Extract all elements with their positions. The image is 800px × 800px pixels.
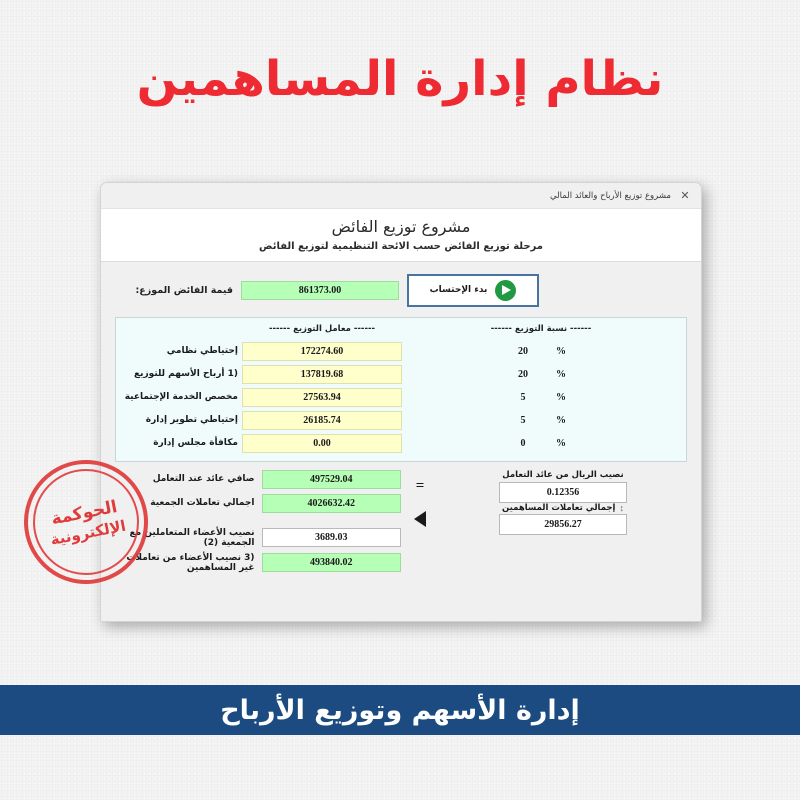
surplus-row: قيمة الفائض الموزع: 861373.00 بدء الإحتس…	[101, 262, 701, 307]
header-coefficient: ------ معامل التوزيع ------	[268, 323, 376, 334]
calc-line: صافي عائد عند التعامل 497529.04	[115, 469, 401, 489]
row-coefficient-field[interactable]: 26185.74	[242, 410, 402, 430]
calc-label: (3 نصيب الأعضاء من تعاملات غير المساهمين	[126, 552, 255, 573]
row-ratio-cell: 20 %	[402, 346, 680, 357]
distribution-header-row: ------ معامل التوزيع ------ ------ نسبة …	[122, 323, 680, 338]
row-coefficient-field[interactable]: 172274.60	[242, 341, 402, 361]
table-row: (1 أرباح الأسهم للتوزيع 137819.68 20 %	[122, 364, 680, 384]
header-ratio: ------ نسبة التوزيع ------	[490, 323, 592, 334]
calc-line: (3 نصيب الأعضاء من تعاملات غير المساهمين…	[115, 553, 401, 573]
row-label: مخصص الخدمة الإجتماعية	[124, 392, 238, 403]
row-ratio-value: 5	[520, 391, 526, 403]
calc-value-field[interactable]: 3689.03	[261, 528, 401, 548]
triangle-right-icon	[414, 510, 426, 527]
row-label: إحتياطي نظامي	[166, 346, 238, 357]
percent-sign: %	[556, 368, 566, 380]
row-ratio-cell: 5 %	[402, 392, 680, 403]
row-label: (1 أرباح الأسهم للتوزيع	[133, 369, 238, 380]
fraction-divider: إجمالي تعاملات المساهمين ↕	[439, 502, 687, 513]
surplus-label: قيمة الفائض الموزع:	[135, 284, 233, 296]
row-ratio-cell: 20 %	[402, 369, 680, 380]
play-icon	[495, 279, 517, 301]
calc-value-field[interactable]: 4026632.42	[261, 493, 401, 513]
percent-sign: %	[556, 391, 566, 403]
document-title: مشروع توزيع الفائض	[331, 217, 471, 236]
share-value-field[interactable]: 0.12356	[499, 481, 627, 503]
distribution-panel: ------ معامل التوزيع ------ ------ نسبة …	[115, 316, 687, 462]
bottom-banner-text: إدارة الأسهم وتوزيع الأرباح	[220, 694, 580, 726]
row-ratio-cell: 0 %	[402, 438, 680, 449]
calc-label: نصيب الأعضاء المتعاملين مع الجمعية (2)	[129, 527, 255, 548]
total-caption: إجمالي تعاملات المساهمين	[502, 502, 616, 513]
table-row: مكافأة مجلس إدارة 0.00 0 %	[122, 433, 680, 453]
start-calculation-button[interactable]: بدء الإحتساب	[407, 273, 539, 307]
table-row: إحتياطي نظامي 172274.60 20 %	[122, 341, 680, 361]
percent-sign: %	[556, 345, 566, 357]
up-down-arrow-icon: ↕	[619, 502, 624, 513]
window-body: قيمة الفائض الموزع: 861373.00 بدء الإحتس…	[101, 261, 701, 621]
page-title: نظام إدارة المساهمين	[136, 51, 664, 107]
calculation-results: صافي عائد عند التعامل 497529.04 اجمالي ت…	[115, 469, 401, 573]
document-subtitle: مرحلة توزيع الفائض حسب الائحة التنظيمية …	[259, 240, 543, 252]
percent-sign: %	[556, 414, 566, 426]
start-calculation-label: بدء الإحتساب	[429, 285, 488, 296]
document-header: مشروع توزيع الفائض مرحلة توزيع الفائض حس…	[101, 209, 701, 262]
share-inputs: نصيب الريال من عائد التعامل 0.12356 إجما…	[439, 470, 687, 573]
percent-sign: %	[556, 437, 566, 449]
calc-line: اجمالي تعاملات الجمعية 4026632.42	[115, 493, 401, 513]
row-ratio-value: 20	[518, 345, 528, 357]
row-label: مكافأة مجلس إدارة	[153, 438, 238, 449]
table-row: مخصص الخدمة الإجتماعية 27563.94 5 %	[122, 387, 680, 407]
window-titlebar: ✕ مشروع توزيع الأرباح والعائد المالي	[101, 183, 701, 209]
row-coefficient-field[interactable]: 0.00	[242, 433, 402, 453]
row-ratio-value: 5	[520, 414, 526, 426]
row-coefficient-cell: 137819.68	[242, 364, 402, 384]
calculation-operators: =	[407, 470, 433, 573]
row-ratio-cell: 5 %	[402, 415, 680, 426]
row-coefficient-cell: 172274.60	[242, 341, 402, 361]
calc-line: نصيب الأعضاء المتعاملين مع الجمعية (2) 3…	[115, 528, 401, 548]
application-window: ✕ مشروع توزيع الأرباح والعائد المالي مشر…	[100, 182, 702, 622]
total-value-field[interactable]: 29856.27	[499, 513, 627, 535]
surplus-value-field[interactable]: 861373.00	[241, 280, 399, 300]
row-ratio-value: 20	[518, 368, 528, 380]
row-coefficient-field[interactable]: 137819.68	[242, 364, 402, 384]
row-coefficient-cell: 27563.94	[242, 387, 402, 407]
row-coefficient-cell: 0.00	[242, 433, 402, 453]
equals-sign: =	[415, 477, 425, 494]
calc-label: صافي عائد عند التعامل	[152, 474, 255, 485]
share-caption: نصيب الريال من عائد التعامل	[502, 469, 624, 480]
calc-value-field[interactable]: 497529.04	[261, 469, 401, 489]
calc-value-field[interactable]: 493840.02	[261, 553, 401, 573]
row-coefficient-cell: 26185.74	[242, 410, 402, 430]
row-ratio-value: 0	[520, 437, 526, 449]
bottom-banner: إدارة الأسهم وتوزيع الأرباح	[0, 685, 800, 735]
calc-label: اجمالي تعاملات الجمعية	[150, 498, 255, 509]
row-coefficient-field[interactable]: 27563.94	[242, 387, 402, 407]
calc-spacer	[115, 518, 401, 523]
row-label: إحتياطي تطوير إدارة	[145, 415, 238, 426]
table-row: إحتياطي تطوير إدارة 26185.74 5 %	[122, 410, 680, 430]
close-icon[interactable]: ✕	[677, 188, 693, 204]
calculation-block: صافي عائد عند التعامل 497529.04 اجمالي ت…	[115, 469, 687, 573]
window-title-text: مشروع توزيع الأرباح والعائد المالي	[549, 190, 671, 201]
